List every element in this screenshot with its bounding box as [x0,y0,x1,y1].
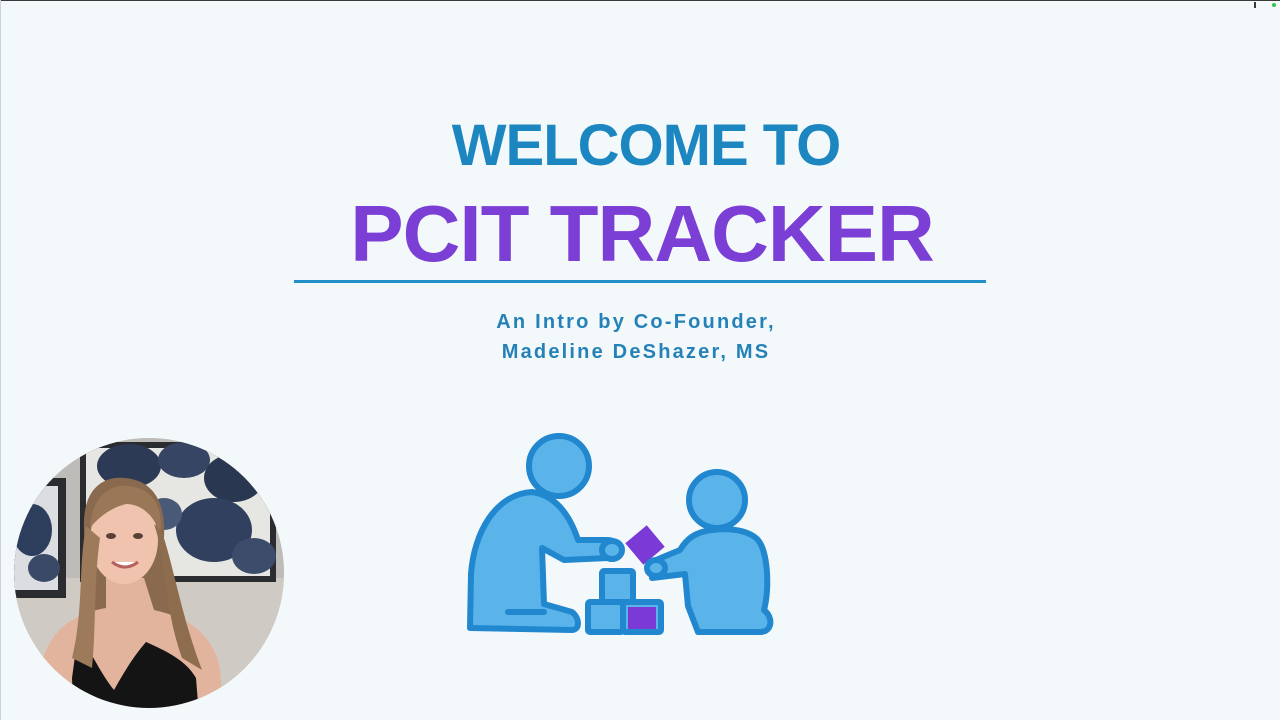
child-hand [644,557,668,579]
purple-block [628,607,656,629]
adult-hand [599,538,625,562]
subtitle-line-1: An Intro by Co-Founder, [496,311,776,333]
presentation-screen: WELCOME TO PCIT TRACKER An Intro by Co-F… [0,0,1280,720]
block-bottom-left [585,599,626,635]
welcome-heading: WELCOME TO [451,113,841,178]
subtitle-line-2: Madeline DeShazer, MS [501,341,771,363]
product-title: PCIT TRACKER [350,189,935,278]
block-top [599,568,636,605]
window-corner-mark [1254,2,1256,8]
title-underline [294,280,986,283]
child-head [686,469,748,531]
window-top-border [0,0,1280,1]
presenter-video-feed [14,438,284,708]
adult-head [526,433,592,499]
subtitle-block: An Intro by Co-Founder, Madeline DeShaze… [0,307,1272,367]
adult-child-playing-blocks-icon [467,433,774,635]
child-body [649,526,774,635]
status-indicator-dot [1272,3,1276,7]
